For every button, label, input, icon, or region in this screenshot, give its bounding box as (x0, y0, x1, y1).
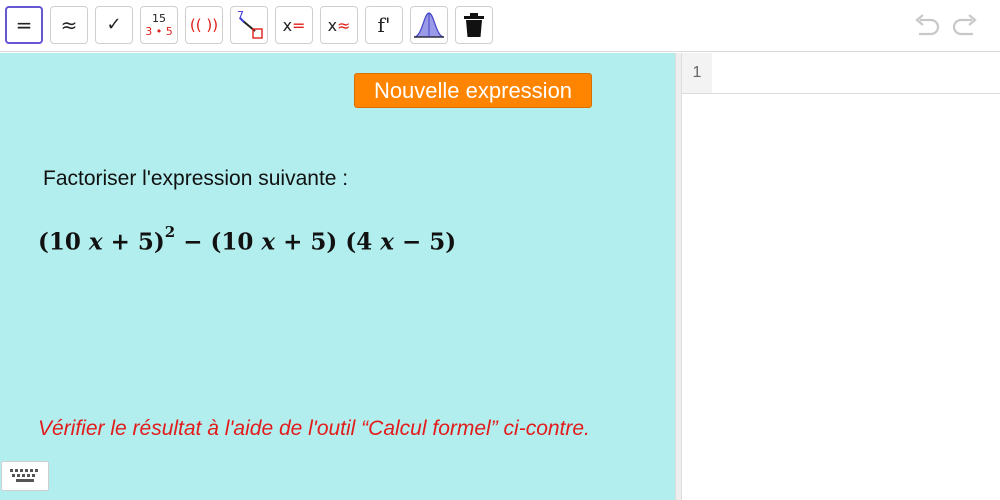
expression-variable: x (261, 228, 276, 256)
expression-part: − (10 (175, 228, 262, 256)
factor-top-icon: 15 (152, 12, 166, 25)
expression-part: + 5) (102, 228, 165, 256)
factor-tool-button[interactable]: 15 3 • 5 (140, 6, 178, 44)
hint-text: Vérifier le résultat à l'aide de l'outil… (38, 417, 590, 440)
factor-bottom-icon: 3 • 5 (145, 25, 173, 38)
cas-row-number[interactable]: 1 (682, 53, 712, 93)
expression-variable: x (88, 228, 103, 256)
cas-view: 1 (682, 53, 1000, 500)
trash-icon (464, 13, 484, 37)
equals-icon: = (15, 13, 33, 37)
math-expression: (10 x + 5)2 − (10 x + 5) (4 x − 5) (38, 223, 457, 256)
evaluate-tool-button[interactable]: = (5, 6, 43, 44)
solve-numeric-icon: x≈ (327, 15, 351, 35)
solve-numeric-tool-button[interactable]: x≈ (320, 6, 358, 44)
substitute-tool-button[interactable]: 7 (230, 6, 268, 44)
solve-tool-button[interactable]: x= (275, 6, 313, 44)
graphics-view[interactable]: Nouvelle expression Factoriser l'express… (0, 53, 675, 500)
expression-part: − 5) (393, 228, 457, 256)
expand-tool-button[interactable]: (( )) (185, 6, 223, 44)
expression-part: (10 (38, 228, 89, 256)
undo-icon (915, 14, 940, 36)
solve-icon: x= (282, 15, 306, 35)
geogebra-app: = ≈ ✓ 15 3 • 5 (( )) 7 x= x≈ f' Nouvelle… (0, 0, 1000, 500)
cas-row: 1 (682, 53, 1000, 94)
view-splitter[interactable] (675, 53, 682, 500)
toolbar: = ≈ ✓ 15 3 • 5 (( )) 7 x= x≈ f' (0, 0, 1000, 52)
check-icon: ✓ (106, 14, 122, 35)
substitute-number-icon: 7 (237, 9, 244, 22)
redo-button[interactable] (950, 12, 980, 40)
derivative-tool-button[interactable]: f' (365, 6, 403, 44)
approx-icon: ≈ (60, 13, 78, 37)
probability-tool-button[interactable] (410, 6, 448, 44)
keyboard-icon (10, 469, 38, 482)
expression-part: + 5) (4 (275, 228, 381, 256)
expand-icon: (( )) (189, 16, 219, 34)
keep-input-tool-button[interactable]: ✓ (95, 6, 133, 44)
new-expression-button[interactable]: Nouvelle expression (354, 73, 592, 108)
delete-tool-button[interactable] (455, 6, 493, 44)
derivative-icon: f' (377, 13, 391, 37)
instruction-text: Factoriser l'expression suivante : (43, 167, 349, 190)
expression-variable: x (380, 228, 394, 256)
keyboard-toggle-button[interactable] (1, 461, 49, 491)
normal-distribution-icon (413, 12, 445, 38)
undo-button[interactable] (912, 12, 942, 40)
cas-input[interactable] (714, 55, 998, 93)
expression-exponent: 2 (164, 223, 176, 241)
numeric-tool-button[interactable]: ≈ (50, 6, 88, 44)
redo-icon (952, 14, 977, 36)
